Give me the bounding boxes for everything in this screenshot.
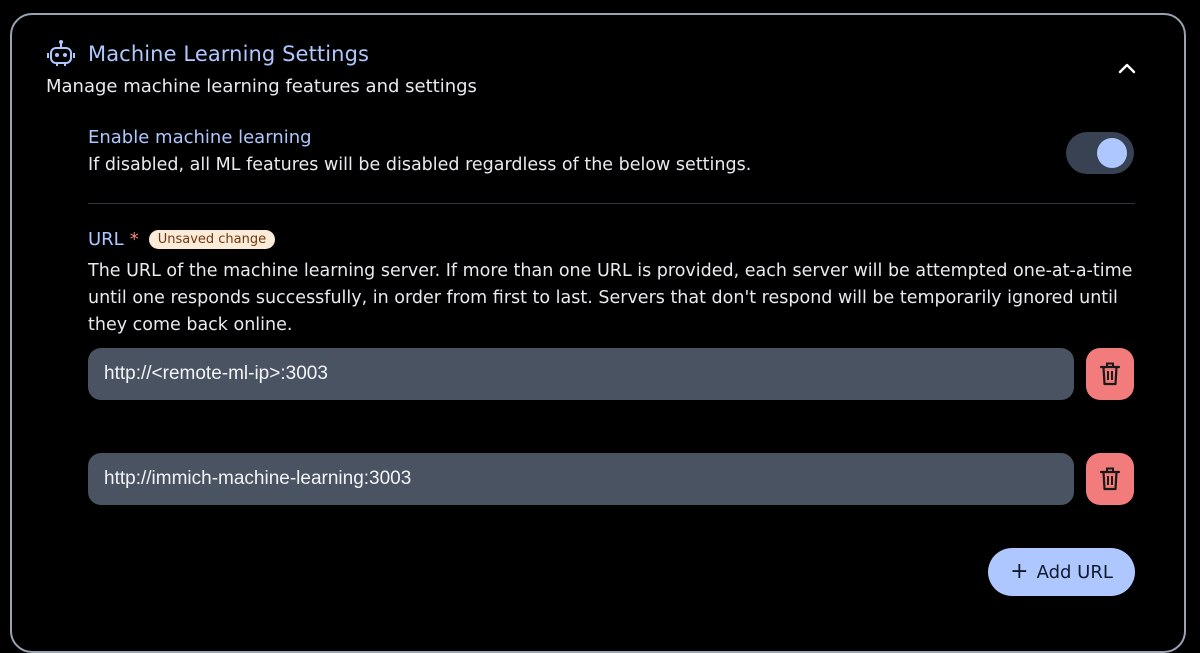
- enable-ml-description: If disabled, all ML features will be dis…: [88, 155, 752, 175]
- section-header[interactable]: Machine Learning Settings: [46, 39, 369, 69]
- unsaved-change-badge: Unsaved change: [148, 230, 276, 249]
- url-label: URL: [88, 229, 124, 250]
- collapse-button[interactable]: [1112, 53, 1142, 83]
- url-label-row: URL * Unsaved change: [88, 229, 276, 250]
- url-input-1[interactable]: [88, 348, 1074, 400]
- divider: [88, 203, 1135, 204]
- add-url-label: Add URL: [1036, 561, 1113, 583]
- enable-ml-setting: Enable machine learning If disabled, all…: [88, 127, 1135, 179]
- plus-icon: +: [1010, 559, 1029, 584]
- add-url-button[interactable]: + Add URL: [988, 548, 1135, 596]
- robot-icon: [46, 39, 76, 69]
- delete-url-button-2[interactable]: [1086, 453, 1134, 505]
- url-input-2[interactable]: [88, 453, 1074, 505]
- trash-icon: [1099, 467, 1121, 491]
- settings-card: Machine Learning Settings Manage machine…: [10, 13, 1186, 653]
- url-description: The URL of the machine learning server. …: [88, 261, 1133, 335]
- delete-url-button-1[interactable]: [1086, 348, 1134, 400]
- enable-ml-label: Enable machine learning: [88, 127, 312, 148]
- section-subtitle: Manage machine learning features and set…: [46, 76, 477, 97]
- trash-icon: [1099, 362, 1121, 386]
- enable-ml-toggle[interactable]: [1066, 132, 1134, 174]
- required-marker: *: [129, 229, 139, 250]
- toggle-knob: [1097, 138, 1127, 168]
- section-title: Machine Learning Settings: [88, 42, 370, 66]
- chevron-up-icon: [1118, 63, 1136, 74]
